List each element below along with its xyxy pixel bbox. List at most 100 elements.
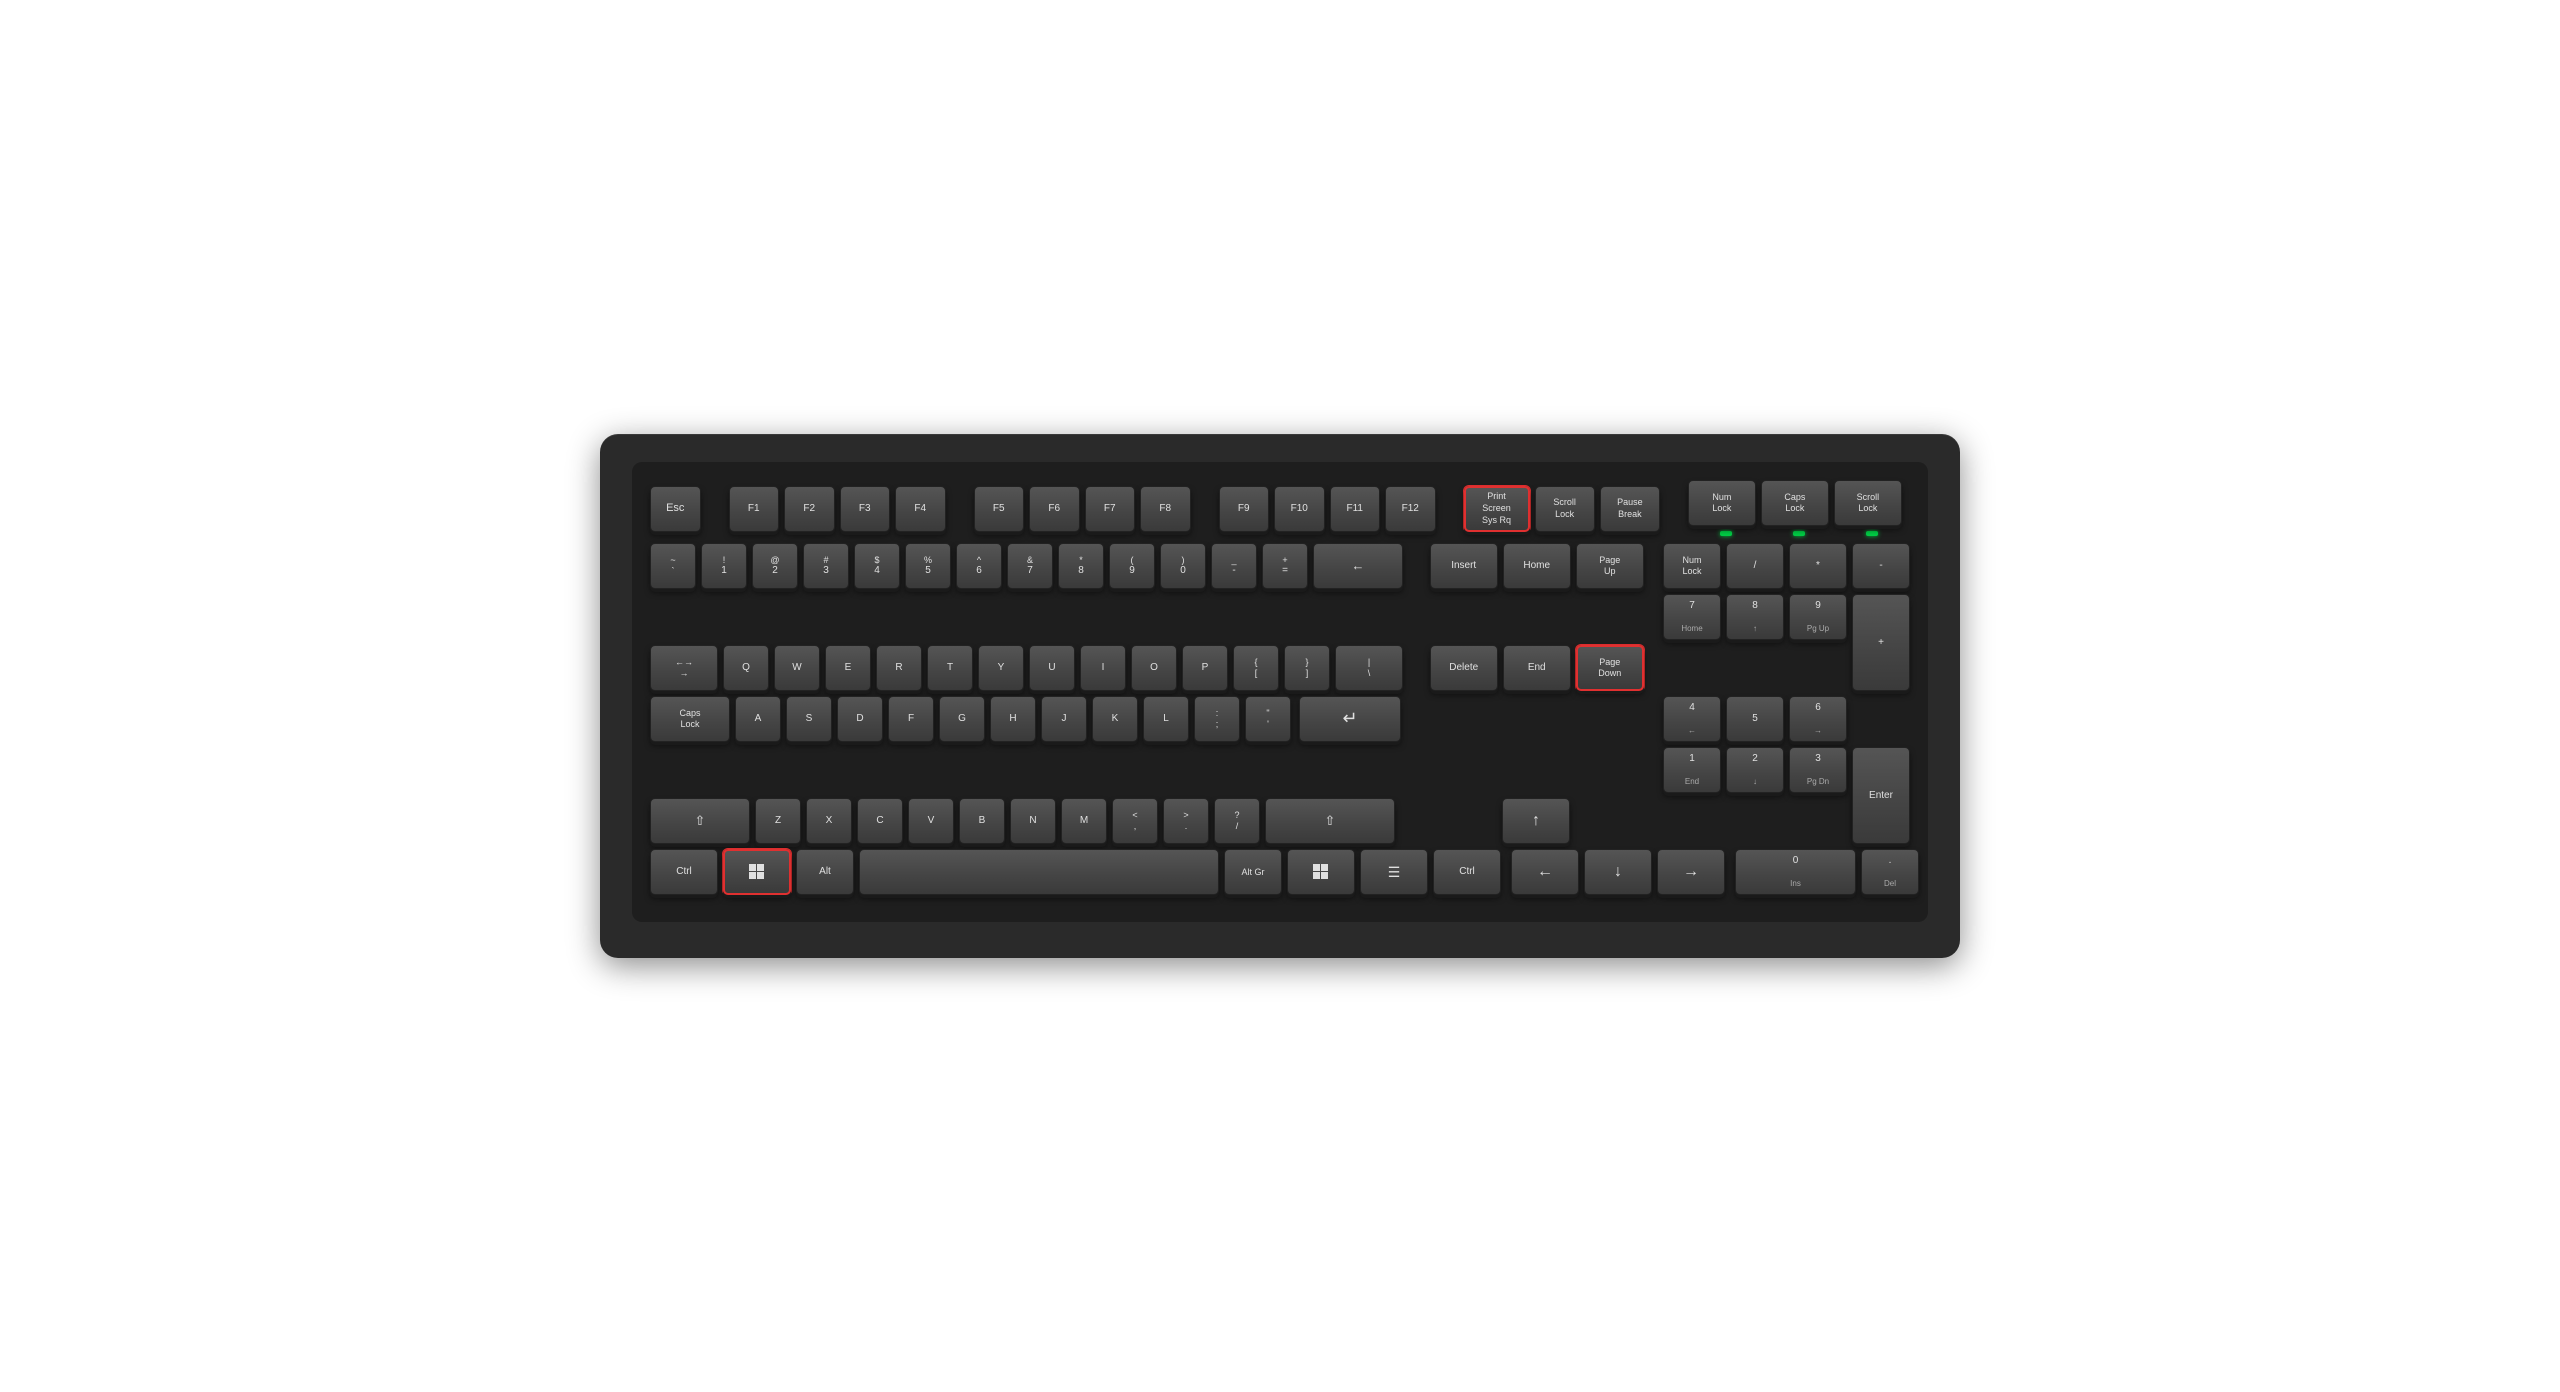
key-d[interactable]: D [837,696,883,742]
key-u[interactable]: U [1029,645,1075,691]
key-tab[interactable]: ←→→ [650,645,718,691]
key-home[interactable]: Home [1503,543,1571,589]
key-e[interactable]: E [825,645,871,691]
key-y[interactable]: Y [978,645,1024,691]
key-7[interactable]: &7 [1007,543,1053,589]
key-enter[interactable]: ↵ [1299,696,1401,742]
key-pause[interactable]: PauseBreak [1600,486,1660,532]
key-t[interactable]: T [927,645,973,691]
key-lshift[interactable]: ⇧ [650,798,750,844]
key-quote[interactable]: "' [1245,696,1291,742]
key-menu[interactable]: ☰ [1360,849,1428,895]
key-i[interactable]: I [1080,645,1126,691]
key-numpad-4[interactable]: 4← [1663,696,1721,742]
key-comma[interactable]: <, [1112,798,1158,844]
key-f[interactable]: F [888,696,934,742]
key-v[interactable]: V [908,798,954,844]
key-k[interactable]: K [1092,696,1138,742]
key-altgr[interactable]: Alt Gr [1224,849,1282,895]
key-right[interactable]: → [1657,849,1725,895]
key-rshift[interactable]: ⇧ [1265,798,1395,844]
key-2[interactable]: @2 [752,543,798,589]
key-numpad-slash[interactable]: / [1726,543,1784,589]
key-o[interactable]: O [1131,645,1177,691]
key-slash[interactable]: ?/ [1214,798,1260,844]
key-delete[interactable]: Delete [1430,645,1498,691]
key-insert[interactable]: Insert [1430,543,1498,589]
key-f11[interactable]: F11 [1330,486,1381,532]
key-f7[interactable]: F7 [1085,486,1136,532]
key-esc[interactable]: Esc [650,486,701,532]
key-numpad-2[interactable]: 2↓ [1726,747,1784,793]
key-s[interactable]: S [786,696,832,742]
key-numpad-minus[interactable]: - [1852,543,1910,589]
key-num-lock[interactable]: NumLock [1688,480,1756,526]
key-rbracket[interactable]: }] [1284,645,1330,691]
key-prtsc[interactable]: PrintScreenSys Rq [1464,486,1530,532]
key-lctrl[interactable]: Ctrl [650,849,718,895]
key-numlock[interactable]: NumLock [1663,543,1721,589]
key-scroll-lock-indicator[interactable]: ScrollLock [1834,480,1902,526]
key-end[interactable]: End [1503,645,1571,691]
key-caps-lock[interactable]: CapsLock [650,696,730,742]
key-numpad-0[interactable]: 0Ins [1735,849,1856,895]
key-4[interactable]: $4 [854,543,900,589]
key-numpad-1[interactable]: 1End [1663,747,1721,793]
key-q[interactable]: Q [723,645,769,691]
key-f8[interactable]: F8 [1140,486,1191,532]
key-numpad-dot[interactable]: .Del [1861,849,1919,895]
key-rctrl[interactable]: Ctrl [1433,849,1501,895]
key-scroll-lock[interactable]: ScrollLock [1535,486,1595,532]
key-8[interactable]: *8 [1058,543,1104,589]
key-h[interactable]: H [990,696,1036,742]
key-numpad-7[interactable]: 7Home [1663,594,1721,640]
key-w[interactable]: W [774,645,820,691]
key-pagedown[interactable]: PageDown [1576,645,1644,691]
key-left[interactable]: ← [1511,849,1579,895]
key-f10[interactable]: F10 [1274,486,1325,532]
key-backslash[interactable]: |\ [1335,645,1403,691]
key-period[interactable]: >. [1163,798,1209,844]
key-n[interactable]: N [1010,798,1056,844]
key-g[interactable]: G [939,696,985,742]
key-9[interactable]: (9 [1109,543,1155,589]
key-c[interactable]: C [857,798,903,844]
key-f4[interactable]: F4 [895,486,946,532]
key-3[interactable]: #3 [803,543,849,589]
key-a[interactable]: A [735,696,781,742]
key-numpad-star[interactable]: * [1789,543,1847,589]
key-x[interactable]: X [806,798,852,844]
key-backtick[interactable]: ~` [650,543,696,589]
key-lwin[interactable] [723,849,791,895]
key-caps-lock-indicator[interactable]: CapsLock [1761,480,1829,526]
key-p[interactable]: P [1182,645,1228,691]
key-1[interactable]: !1 [701,543,747,589]
key-f9[interactable]: F9 [1219,486,1270,532]
key-numpad-enter[interactable]: Enter [1852,747,1910,844]
key-numpad-9[interactable]: 9Pg Up [1789,594,1847,640]
key-numpad-3[interactable]: 3Pg Dn [1789,747,1847,793]
key-up[interactable]: ↑ [1502,798,1570,844]
key-5[interactable]: %5 [905,543,951,589]
key-f12[interactable]: F12 [1385,486,1436,532]
key-numpad-8[interactable]: 8↑ [1726,594,1784,640]
key-f5[interactable]: F5 [974,486,1025,532]
key-rwin[interactable] [1287,849,1355,895]
key-numpad-5[interactable]: 5 [1726,696,1784,742]
key-pageup[interactable]: PageUp [1576,543,1644,589]
key-z[interactable]: Z [755,798,801,844]
key-f3[interactable]: F3 [840,486,891,532]
key-down[interactable]: ↓ [1584,849,1652,895]
key-equals[interactable]: += [1262,543,1308,589]
key-b[interactable]: B [959,798,1005,844]
key-r[interactable]: R [876,645,922,691]
key-f2[interactable]: F2 [784,486,835,532]
key-l[interactable]: L [1143,696,1189,742]
key-minus[interactable]: _- [1211,543,1257,589]
key-lbracket[interactable]: {[ [1233,645,1279,691]
key-f6[interactable]: F6 [1029,486,1080,532]
key-semicolon[interactable]: :; [1194,696,1240,742]
key-lalt[interactable]: Alt [796,849,854,895]
key-numpad-plus[interactable]: + [1852,594,1910,691]
key-0[interactable]: )0 [1160,543,1206,589]
